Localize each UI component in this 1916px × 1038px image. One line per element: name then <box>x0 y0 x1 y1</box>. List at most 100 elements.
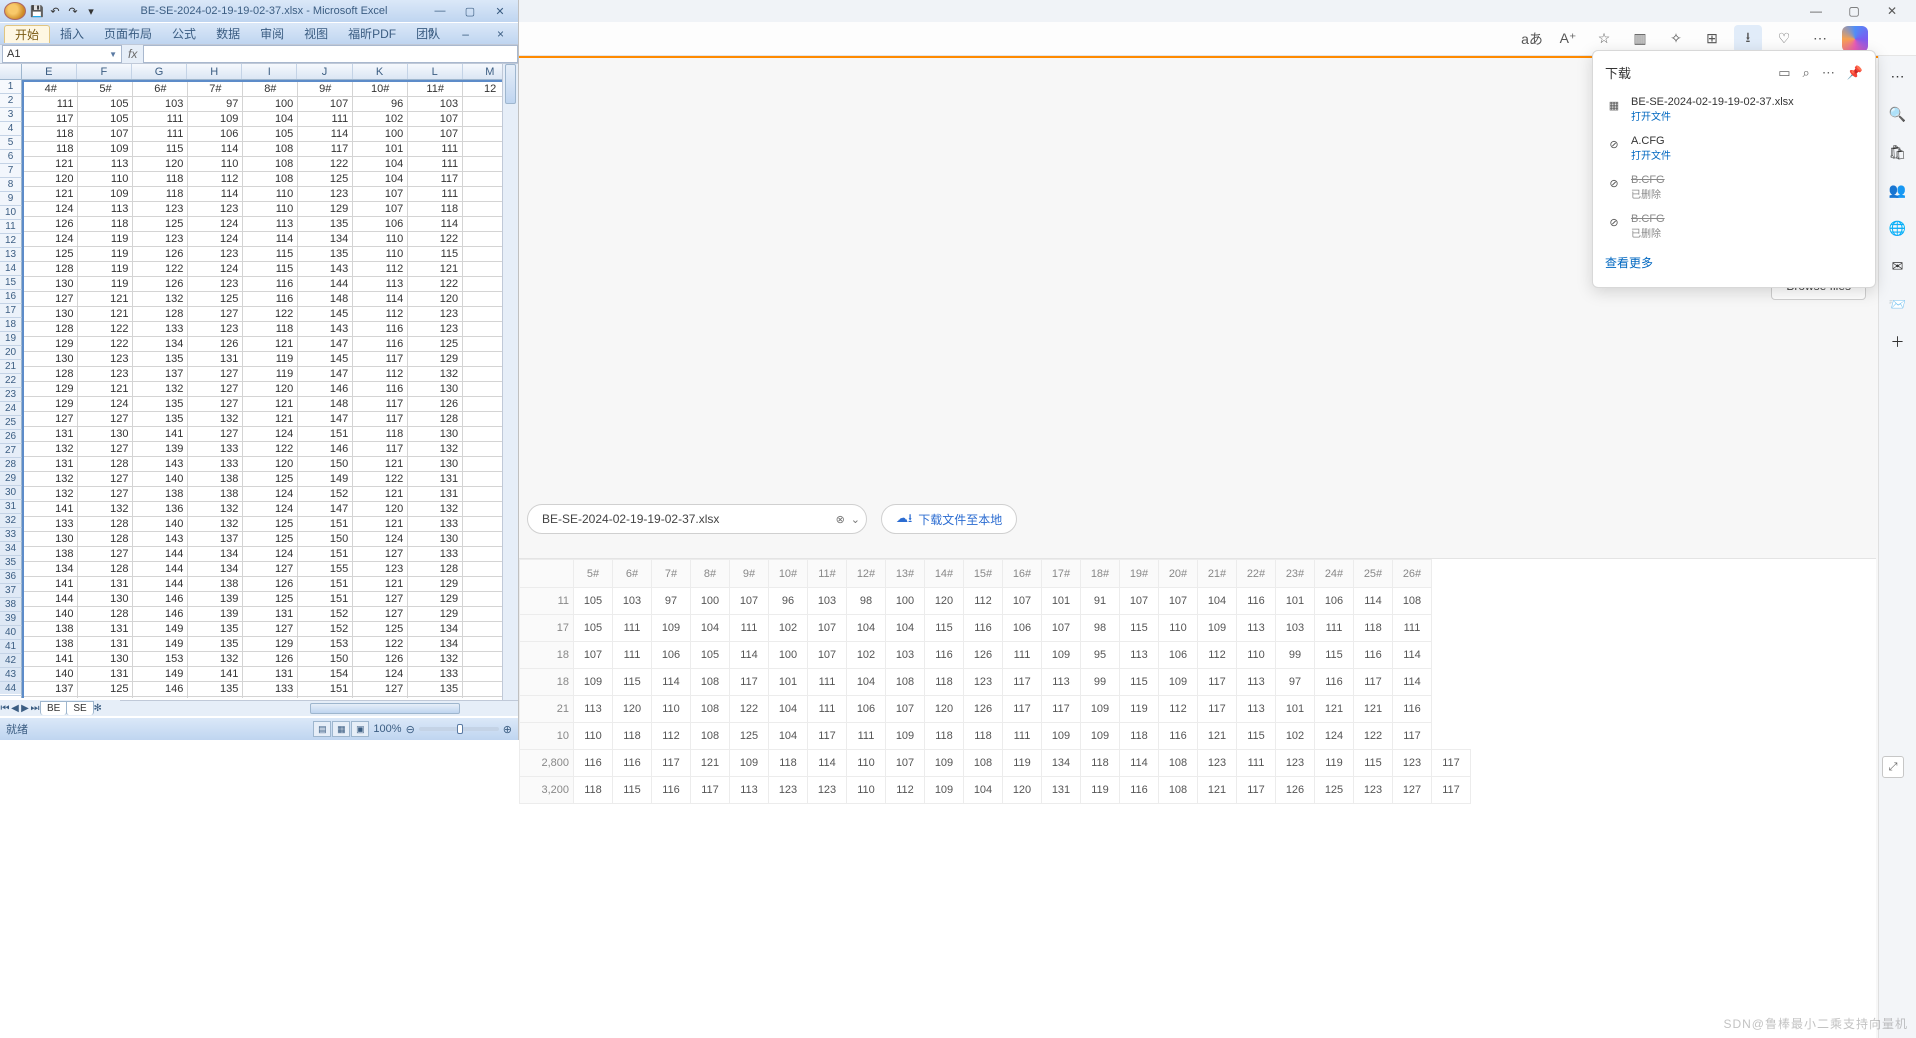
text-size-icon[interactable]: A⁺ <box>1554 25 1582 53</box>
cell[interactable]: 154 <box>298 667 353 682</box>
cell[interactable]: 155 <box>298 562 353 577</box>
copilot-icon[interactable] <box>1842 26 1868 52</box>
cell[interactable]: 128 <box>133 307 188 322</box>
cell[interactable]: 113 <box>1237 696 1276 723</box>
cell[interactable]: 102 <box>1276 723 1315 750</box>
cell[interactable]: 121 <box>1315 696 1354 723</box>
cell[interactable]: 122 <box>243 442 298 457</box>
cell[interactable]: 145 <box>298 307 353 322</box>
col-header[interactable]: E <box>22 64 77 79</box>
cell[interactable]: 118 <box>353 427 408 442</box>
cell[interactable]: 111 <box>847 723 886 750</box>
cell[interactable]: 125 <box>243 532 298 547</box>
favorite-icon[interactable]: ☆ <box>1590 25 1618 53</box>
cell[interactable]: 131 <box>408 472 463 487</box>
cell[interactable]: 133 <box>133 322 188 337</box>
cell[interactable]: 133 <box>408 667 463 682</box>
col-header[interactable]: L <box>408 64 463 79</box>
cell[interactable]: 135 <box>298 217 353 232</box>
cell[interactable]: 139 <box>188 592 243 607</box>
cell[interactable]: 127 <box>353 607 408 622</box>
maximize-button[interactable]: ▢ <box>456 2 484 20</box>
cell[interactable]: 147 <box>298 337 353 352</box>
row-header[interactable]: 21 <box>0 360 22 374</box>
cell[interactable]: 125 <box>133 217 188 232</box>
cell[interactable]: 107 <box>886 750 925 777</box>
cell[interactable]: 123 <box>353 562 408 577</box>
cell[interactable]: 110 <box>243 202 298 217</box>
cell[interactable]: 117 <box>652 750 691 777</box>
cell[interactable]: 130 <box>408 382 463 397</box>
cell[interactable]: 115 <box>1120 669 1159 696</box>
row-header[interactable]: 32 <box>0 514 22 528</box>
cell[interactable]: 107 <box>1003 588 1042 615</box>
row-header[interactable]: 24 <box>0 402 22 416</box>
cell[interactable]: 115 <box>133 142 188 157</box>
cell[interactable]: 121 <box>353 517 408 532</box>
cell[interactable]: 125 <box>23 247 78 262</box>
row-label[interactable]: 17 <box>520 615 574 642</box>
cell[interactable]: 129 <box>23 397 78 412</box>
row-label[interactable]: 2,800 <box>520 750 574 777</box>
cell[interactable]: 123 <box>408 307 463 322</box>
cell[interactable]: 130 <box>408 532 463 547</box>
cell[interactable]: 128 <box>78 607 133 622</box>
cell[interactable]: 124 <box>243 547 298 562</box>
scrollbar-thumb[interactable] <box>505 64 516 104</box>
cell[interactable]: 135 <box>133 412 188 427</box>
cell[interactable]: 118 <box>925 723 964 750</box>
cell[interactable]: 130 <box>23 307 78 322</box>
cell[interactable]: 143 <box>298 262 353 277</box>
col-header[interactable]: 13# <box>886 560 925 588</box>
cell[interactable]: 149 <box>133 697 188 699</box>
col-header[interactable]: I <box>242 64 297 79</box>
cell[interactable]: 116 <box>353 382 408 397</box>
cell[interactable]: 129 <box>23 382 78 397</box>
translate-icon[interactable]: aあ <box>1518 25 1546 53</box>
cell[interactable]: 147 <box>298 412 353 427</box>
cell[interactable]: 138 <box>23 637 78 652</box>
cell[interactable]: 119 <box>78 277 133 292</box>
cell[interactable]: 99 <box>1081 669 1120 696</box>
cell[interactable]: 130 <box>23 277 78 292</box>
cell[interactable]: 124 <box>353 697 408 699</box>
cell[interactable]: 114 <box>808 750 847 777</box>
cell[interactable]: 106 <box>1003 615 1042 642</box>
cell[interactable]: 108 <box>691 696 730 723</box>
header-cell[interactable]: 7# <box>188 81 243 97</box>
cell[interactable]: 132 <box>188 517 243 532</box>
cell[interactable]: 110 <box>1159 615 1198 642</box>
cell[interactable]: 132 <box>188 412 243 427</box>
cell[interactable]: 129 <box>243 637 298 652</box>
cell[interactable]: 120 <box>925 588 964 615</box>
cell[interactable]: 129 <box>298 202 353 217</box>
cell[interactable]: 140 <box>23 667 78 682</box>
cell[interactable]: 127 <box>353 682 408 697</box>
cell[interactable]: 135 <box>408 682 463 697</box>
row-label[interactable]: 11 <box>520 588 574 615</box>
cell[interactable]: 116 <box>1237 588 1276 615</box>
row-label[interactable]: 18 <box>520 642 574 669</box>
downloads-icon[interactable]: ⭳ <box>1734 25 1762 53</box>
cell[interactable]: 111 <box>1237 750 1276 777</box>
cell[interactable]: 125 <box>188 292 243 307</box>
cell[interactable]: 122 <box>408 232 463 247</box>
cell[interactable]: 121 <box>23 157 78 172</box>
cell[interactable]: 126 <box>964 642 1003 669</box>
collections-icon[interactable]: ✧ <box>1662 25 1690 53</box>
cell[interactable]: 114 <box>1393 642 1432 669</box>
cell[interactable]: 103 <box>408 97 463 112</box>
cell[interactable]: 122 <box>133 262 188 277</box>
cell[interactable]: 137 <box>408 697 463 699</box>
cell[interactable]: 116 <box>925 642 964 669</box>
cell[interactable]: 111 <box>133 127 188 142</box>
cell[interactable]: 108 <box>964 750 1003 777</box>
cell[interactable]: 131 <box>408 487 463 502</box>
cell[interactable]: 137 <box>23 682 78 697</box>
cell[interactable]: 122 <box>78 322 133 337</box>
cell[interactable]: 144 <box>133 547 188 562</box>
cell[interactable]: 128 <box>78 457 133 472</box>
cell[interactable]: 103 <box>613 588 652 615</box>
cell[interactable]: 97 <box>1276 669 1315 696</box>
cell[interactable]: 140 <box>133 472 188 487</box>
